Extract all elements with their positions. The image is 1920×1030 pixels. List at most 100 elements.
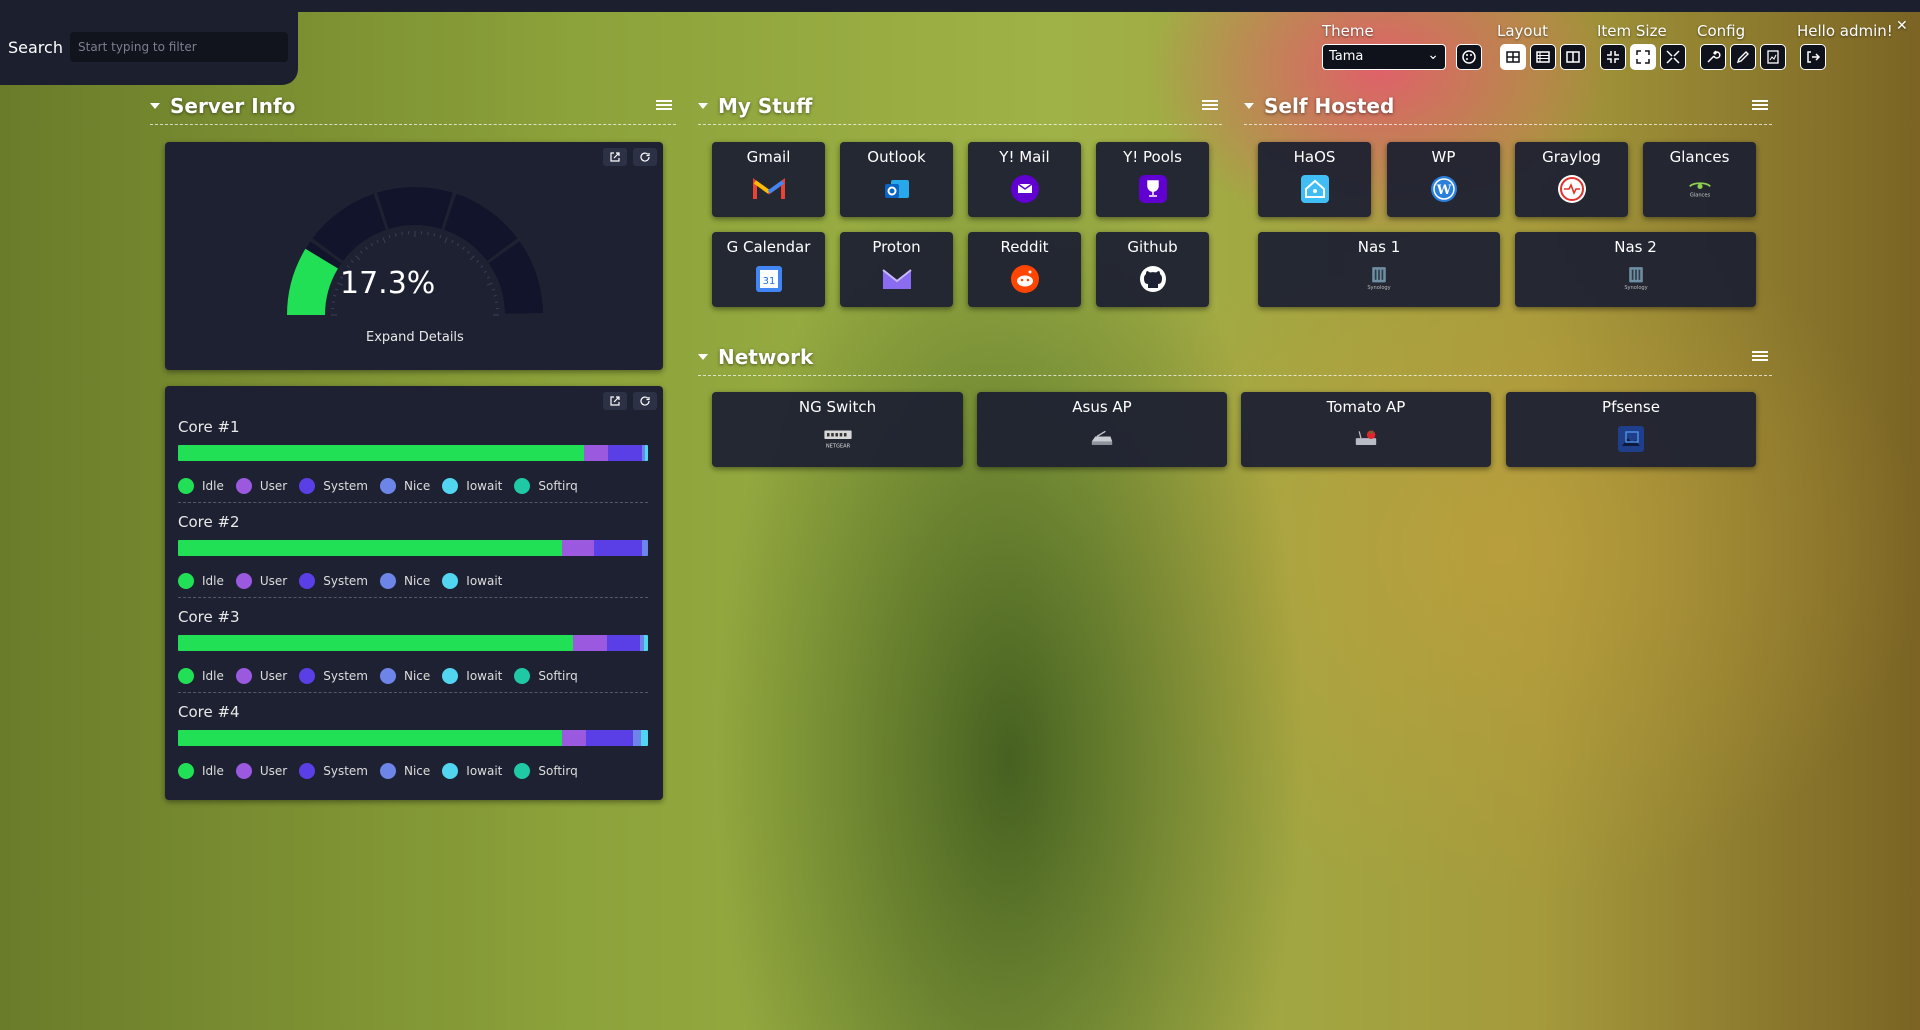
section-options-icon[interactable] bbox=[1752, 98, 1768, 112]
synology-icon: Synology bbox=[1619, 262, 1653, 296]
gauge-tick bbox=[350, 260, 354, 263]
gauge-tick bbox=[486, 276, 491, 279]
tile-label: Reddit bbox=[1000, 238, 1049, 256]
config-json-icon[interactable] bbox=[1760, 44, 1786, 70]
palette-icon[interactable] bbox=[1456, 44, 1482, 70]
core-legend: Idle User System Nice Iowait bbox=[178, 573, 514, 589]
collapse-icon[interactable] bbox=[698, 103, 708, 109]
tile-tomato-ap[interactable]: Tomato AP bbox=[1241, 392, 1491, 467]
tile-glances[interactable]: Glances Glances bbox=[1643, 142, 1756, 217]
legend-dot bbox=[178, 478, 194, 494]
close-icon[interactable]: ✕ bbox=[1896, 18, 1908, 34]
tile-ng-switch[interactable]: NG Switch NETGEAR bbox=[712, 392, 963, 467]
core-usage-bar bbox=[178, 730, 648, 746]
core-usage-bar bbox=[178, 540, 648, 556]
expand-details-link[interactable]: Expand Details bbox=[366, 330, 464, 345]
collapse-icon[interactable] bbox=[1244, 103, 1254, 109]
tile-proton[interactable]: Proton bbox=[840, 232, 953, 307]
tile-label: Outlook bbox=[867, 148, 926, 166]
tile-graylog[interactable]: Graylog bbox=[1515, 142, 1628, 217]
refresh-icon[interactable] bbox=[633, 392, 657, 410]
legend-label: Iowait bbox=[466, 669, 503, 683]
tile-label: Graylog bbox=[1542, 148, 1601, 166]
legend-dot bbox=[442, 668, 459, 684]
core-usage-bar bbox=[178, 635, 648, 651]
section-options-icon[interactable] bbox=[1752, 349, 1768, 363]
tile-github[interactable]: Github bbox=[1096, 232, 1209, 307]
legend-dot bbox=[235, 573, 252, 589]
legend-label: Iowait bbox=[466, 479, 503, 493]
tile-label: Y! Mail bbox=[999, 148, 1050, 166]
wrench-icon[interactable] bbox=[1700, 44, 1726, 70]
tile-nas-1[interactable]: Nas 1 Synology bbox=[1258, 232, 1500, 307]
tile-wp[interactable]: WP W bbox=[1387, 142, 1500, 217]
legend-label: User bbox=[259, 574, 288, 588]
open-external-icon[interactable] bbox=[603, 392, 627, 410]
tile-label: Asus AP bbox=[1072, 398, 1132, 416]
core-title: Core #2 bbox=[178, 513, 240, 531]
legend-label: User bbox=[259, 479, 288, 493]
svg-text:Synology: Synology bbox=[1367, 285, 1390, 291]
tile-yahoo-pools[interactable]: Y! Pools bbox=[1096, 142, 1209, 217]
legend-label: Softirq bbox=[538, 764, 578, 778]
tile-reddit[interactable]: Reddit bbox=[968, 232, 1081, 307]
core-title: Core #3 bbox=[178, 608, 240, 626]
gauge-tick bbox=[480, 265, 484, 268]
section-options-icon[interactable] bbox=[1202, 98, 1218, 112]
collapse-icon[interactable] bbox=[150, 103, 160, 109]
tile-outlook[interactable]: Outlook bbox=[840, 142, 953, 217]
gauge-tick bbox=[394, 233, 397, 237]
gauge-tick bbox=[333, 294, 337, 297]
item-size-medium-icon[interactable] bbox=[1630, 44, 1656, 70]
item-size-small-icon[interactable] bbox=[1600, 44, 1626, 70]
tile-pfsense[interactable]: Pfsense bbox=[1506, 392, 1756, 467]
core-legend: Idle User System Nice Iowait Softirq bbox=[178, 478, 590, 494]
legend-dot bbox=[299, 668, 316, 684]
bar-idle bbox=[178, 540, 562, 556]
bar-system bbox=[607, 635, 640, 651]
bar-iowait bbox=[645, 445, 648, 461]
tile-yahoo-mail[interactable]: Y! Mail bbox=[968, 142, 1081, 217]
legend-dot bbox=[299, 573, 316, 589]
refresh-icon[interactable] bbox=[633, 148, 657, 166]
legend-dot bbox=[379, 763, 396, 779]
divider bbox=[178, 502, 648, 503]
legend-label: Iowait bbox=[466, 574, 503, 588]
layout-columns-icon[interactable] bbox=[1560, 44, 1586, 70]
gauge-tick bbox=[382, 237, 386, 244]
tile-google-calendar[interactable]: G Calendar 31 bbox=[712, 232, 825, 307]
layout-grid-icon[interactable] bbox=[1500, 44, 1526, 70]
tile-asus-ap[interactable]: Asus AP bbox=[977, 392, 1227, 467]
section-title: My Stuff bbox=[718, 94, 813, 118]
search-input[interactable] bbox=[70, 32, 288, 62]
bar-nice bbox=[633, 730, 641, 746]
core-title: Core #1 bbox=[178, 418, 240, 436]
layout-list-icon[interactable] bbox=[1530, 44, 1556, 70]
open-external-icon[interactable] bbox=[603, 148, 627, 166]
tile-nas-2[interactable]: Nas 2 Synology bbox=[1515, 232, 1756, 307]
section-server-info[interactable]: Server Info bbox=[150, 94, 676, 125]
gauge-tick bbox=[486, 282, 493, 286]
section-my-stuff[interactable]: My Stuff bbox=[698, 94, 1222, 125]
tile-label: Nas 1 bbox=[1357, 238, 1401, 256]
tile-haos[interactable]: HaOS bbox=[1258, 142, 1371, 217]
bar-iowait bbox=[644, 635, 648, 651]
legend-dot bbox=[442, 478, 459, 494]
logout-icon[interactable] bbox=[1800, 44, 1826, 70]
legend-dot bbox=[442, 573, 459, 589]
legend-label: Nice bbox=[403, 479, 431, 493]
collapse-icon[interactable] bbox=[698, 354, 708, 360]
legend-label: Idle bbox=[202, 669, 224, 683]
netgear-icon: NETGEAR bbox=[821, 422, 855, 456]
edit-icon[interactable] bbox=[1730, 44, 1756, 70]
github-icon bbox=[1136, 262, 1170, 296]
section-options-icon[interactable] bbox=[656, 98, 672, 112]
item-size-large-icon[interactable] bbox=[1660, 44, 1686, 70]
theme-select[interactable]: Tama ⌄ bbox=[1322, 44, 1446, 70]
legend-label: Softirq bbox=[538, 479, 578, 493]
tile-gmail[interactable]: Gmail bbox=[712, 142, 825, 217]
tile-label: Github bbox=[1127, 238, 1178, 256]
bar-user bbox=[562, 540, 594, 556]
section-network[interactable]: Network bbox=[698, 345, 1772, 376]
section-self-hosted[interactable]: Self Hosted bbox=[1244, 94, 1772, 125]
